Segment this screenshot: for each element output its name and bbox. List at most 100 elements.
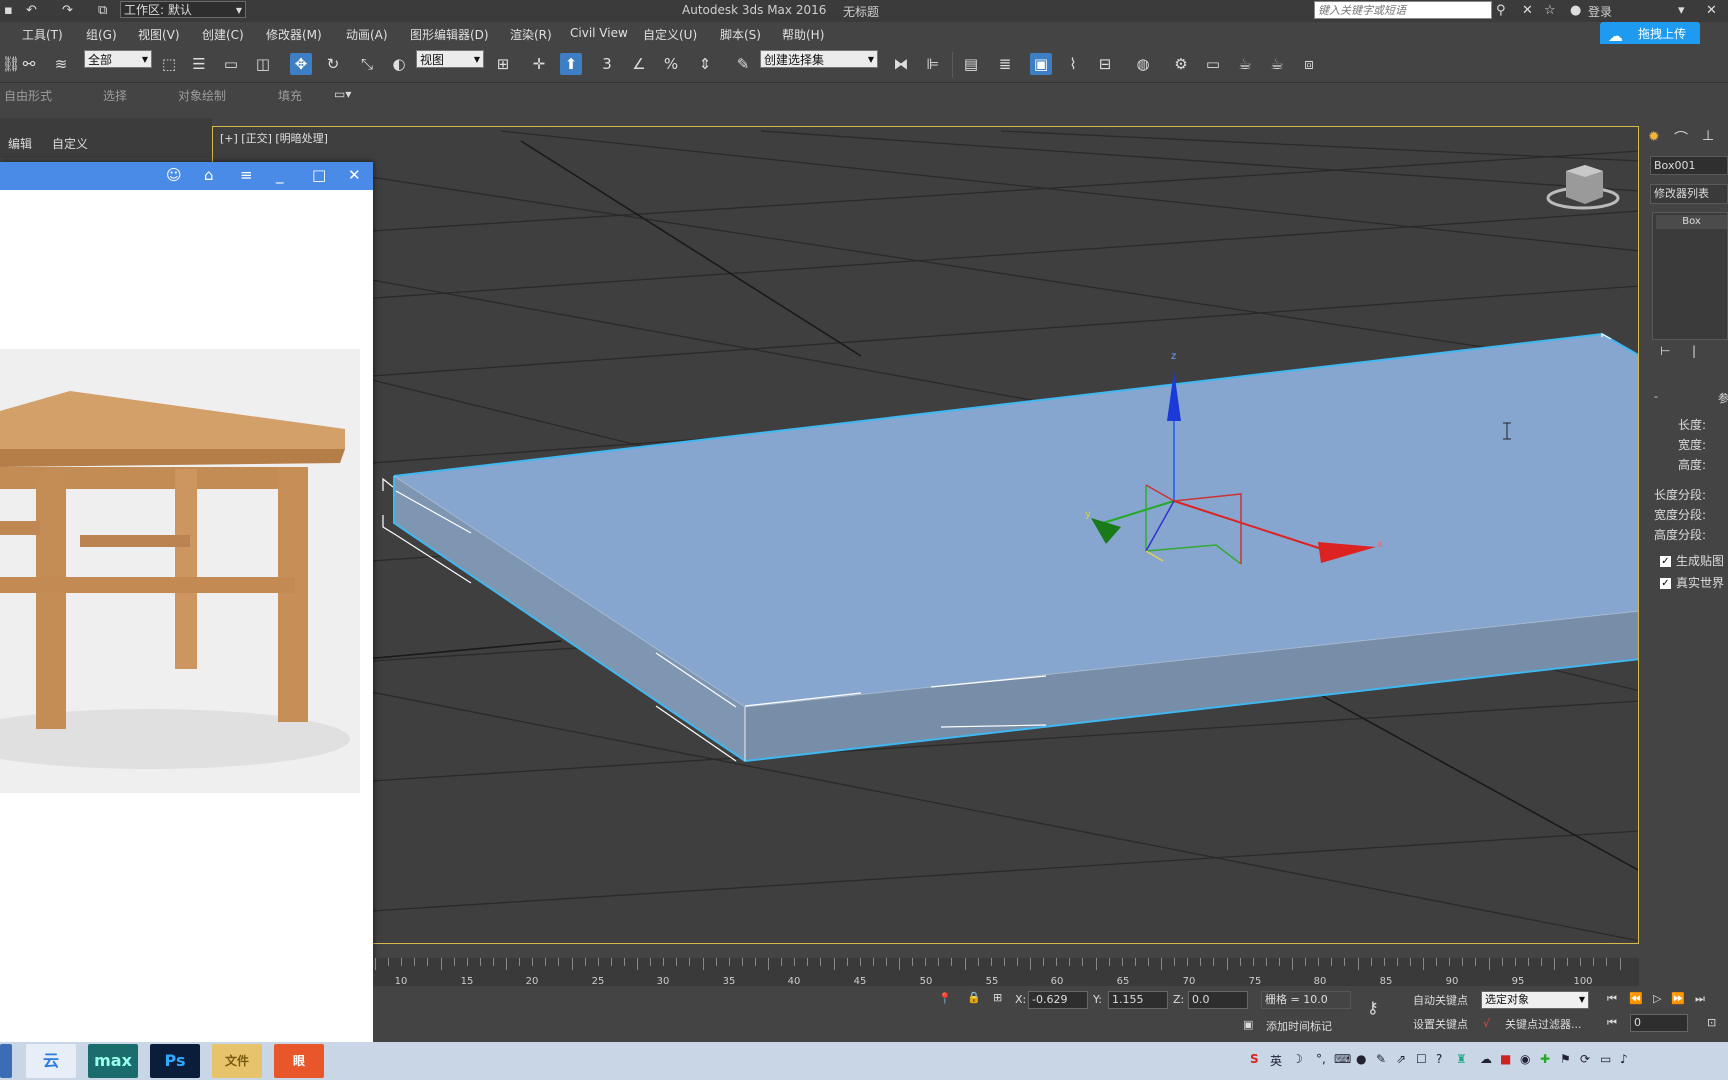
show-end-result-icon[interactable]: | xyxy=(1692,344,1696,358)
auto-key-button[interactable]: 自动关键点 xyxy=(1413,992,1468,1008)
named-selection-dropdown[interactable]: 创建选择集 ▼ xyxy=(760,50,878,68)
select-scale-icon[interactable]: ⤡ xyxy=(356,53,378,75)
key-mode-dropdown[interactable]: 选定对象 ▼ xyxy=(1481,991,1589,1009)
menu-scripting[interactable]: 脚本(S) xyxy=(720,26,761,43)
material-editor-icon[interactable]: ◍ xyxy=(1132,53,1154,75)
set-key-icon[interactable]: ⚷ xyxy=(1367,998,1379,1017)
minimize-icon[interactable]: _ xyxy=(276,166,284,184)
rect-selection-icon[interactable]: ▭ xyxy=(220,53,242,75)
unlink-icon[interactable]: ⚯ xyxy=(18,53,40,75)
menu-customize[interactable]: 自定义(U) xyxy=(643,26,697,43)
keyboard-icon[interactable]: ⌨ xyxy=(1334,1052,1351,1066)
user-tray-icon[interactable]: ● xyxy=(1356,1052,1366,1066)
left-tab-edit[interactable]: 编辑 xyxy=(8,135,32,152)
network-tray-icon[interactable]: ☁ xyxy=(1480,1052,1492,1066)
isolate-icon[interactable]: 📍 xyxy=(938,992,952,1005)
key-filters-button[interactable]: 关键点过滤器... xyxy=(1505,1016,1582,1032)
taskbar-app-viewer[interactable]: 眼 xyxy=(274,1044,324,1078)
window-crossing-icon[interactable]: ◫ xyxy=(252,53,274,75)
moon-icon[interactable]: ☽ xyxy=(1292,1052,1303,1066)
select-object-icon[interactable]: ⬚ xyxy=(158,53,180,75)
menu-views[interactable]: 视图(V) xyxy=(138,26,180,43)
menu-group[interactable]: 组(G) xyxy=(86,26,117,43)
undo-icon[interactable]: ↶ xyxy=(26,3,37,18)
menu-help[interactable]: 帮助(H) xyxy=(782,26,824,43)
rollout-collapse-icon[interactable]: - xyxy=(1654,390,1658,403)
ribbon-tab-populate[interactable]: 填充 xyxy=(278,87,302,104)
viewport-label[interactable]: [+] [正交] [明暗处理] xyxy=(220,130,328,146)
place-icon[interactable]: ◐ xyxy=(388,53,410,75)
timeline-track[interactable]: 10 15 20 25 30 35 40 45 50 55 60 65 70 7… xyxy=(373,958,1639,987)
rollout-parameters-title[interactable]: 参 xyxy=(1718,390,1728,406)
antivirus-tray-icon[interactable]: ■ xyxy=(1500,1052,1511,1066)
exchange-icon[interactable]: ✕ xyxy=(1706,3,1717,18)
menu-icon[interactable]: ≡ xyxy=(240,166,253,184)
viewport-canvas[interactable]: z x y xyxy=(213,127,1639,944)
lock-selection-icon[interactable]: 🔒 xyxy=(967,991,981,1004)
go-to-start-icon[interactable]: ⏮ xyxy=(1607,992,1617,1006)
share-icon[interactable]: ⇗ xyxy=(1396,1052,1406,1066)
next-frame-icon[interactable]: ⏩ xyxy=(1671,992,1685,1005)
communication-icon[interactable]: ✕ xyxy=(1522,3,1533,18)
edit-named-selection-icon[interactable]: ✎ xyxy=(732,53,754,75)
taskbar-app-photoshop[interactable]: Ps xyxy=(150,1044,200,1078)
render-production-icon[interactable]: ☕ xyxy=(1234,53,1256,75)
redo-icon[interactable]: ↷ xyxy=(62,3,73,18)
app-menu-icon[interactable]: ▪ xyxy=(4,3,13,18)
user-icon[interactable]: ● xyxy=(1570,3,1581,18)
search-input[interactable]: 键入关键字或短语 xyxy=(1314,1,1492,19)
menu-tools[interactable]: 工具(T) xyxy=(22,26,63,43)
render-iterative-icon[interactable]: ☕ xyxy=(1266,53,1288,75)
sogou-ime-icon[interactable]: S xyxy=(1250,1052,1259,1066)
pin-stack-icon[interactable]: ⊢ xyxy=(1660,344,1670,358)
reference-window-titlebar[interactable]: ☺ ⌂ ≡ _ □ ✕ xyxy=(0,162,373,190)
y-coord-field[interactable]: 1.155 xyxy=(1108,991,1168,1009)
hierarchy-tab-icon[interactable]: ⊥ xyxy=(1702,128,1714,144)
modifier-list-dropdown[interactable]: 修改器列表 xyxy=(1650,184,1728,204)
close-icon[interactable]: ✕ xyxy=(348,166,361,184)
menu-animation[interactable]: 动画(A) xyxy=(346,26,388,43)
select-move-icon[interactable]: ✥ xyxy=(290,53,312,75)
chevron-down-icon[interactable]: ▾ xyxy=(1678,3,1685,18)
maximize-icon[interactable]: □ xyxy=(312,166,326,184)
menu-modifiers[interactable]: 修改器(M) xyxy=(266,26,322,43)
time-config-icon[interactable]: ⊡ xyxy=(1707,1016,1716,1029)
time-tag-icon[interactable]: ▣ xyxy=(1243,1018,1253,1031)
snap-toggle-icon[interactable]: 3 xyxy=(596,53,618,75)
absolute-mode-icon[interactable]: ⊞ xyxy=(993,991,1002,1004)
bind-spacewarp-icon[interactable]: ≋ xyxy=(50,53,72,75)
star-icon[interactable]: ☆ xyxy=(1544,3,1556,18)
drag-upload-button[interactable]: ☁ 拖拽上传 xyxy=(1600,22,1700,46)
menu-rendering[interactable]: 渲染(R) xyxy=(510,26,552,43)
percent-snap-icon[interactable]: % xyxy=(660,53,682,75)
rendered-frame-icon[interactable]: ▭ xyxy=(1202,53,1224,75)
reference-coord-dropdown[interactable]: 视图 ▼ xyxy=(416,50,484,68)
display-tray-icon[interactable]: ▭ xyxy=(1600,1052,1611,1066)
selection-filter-dropdown[interactable]: 全部 ▼ xyxy=(84,50,152,68)
angle-snap-icon[interactable]: ∠ xyxy=(628,53,650,75)
toggle-ribbon-icon[interactable]: ▣ xyxy=(1030,53,1052,75)
ribbon-tab-object-paint[interactable]: 对象绘制 xyxy=(178,87,226,104)
pivot-icon[interactable]: ⊞ xyxy=(492,53,514,75)
flag-tray-icon[interactable]: ⚑ xyxy=(1560,1052,1571,1066)
security-tray-icon[interactable]: ♜ xyxy=(1456,1052,1467,1066)
chat-icon[interactable]: ☺ xyxy=(166,166,182,184)
viewcube[interactable] xyxy=(1546,165,1620,210)
play-icon[interactable]: ▷ xyxy=(1653,992,1661,1005)
create-tab-icon[interactable]: ✹ xyxy=(1648,129,1660,145)
menu-create[interactable]: 创建(C) xyxy=(202,26,244,43)
current-frame-field[interactable]: 0 xyxy=(1630,1014,1688,1032)
ribbon-tab-selection[interactable]: 选择 xyxy=(103,87,127,104)
sync-tray-icon[interactable]: ⟳ xyxy=(1580,1052,1590,1066)
real-world-map-checkbox[interactable]: ✓ 真实世界 xyxy=(1660,574,1724,591)
spinner-snap-icon[interactable]: ⇕ xyxy=(694,53,716,75)
x-coord-field[interactable]: -0.629 xyxy=(1028,991,1088,1009)
punctuation-icon[interactable]: °, xyxy=(1316,1052,1326,1066)
render-online-icon[interactable]: ⧈ xyxy=(1298,53,1320,75)
mirror-icon[interactable]: ⧓ xyxy=(890,53,912,75)
perspective-viewport[interactable]: z x y xyxy=(212,126,1639,944)
taskbar-app-cloud[interactable]: 云 xyxy=(26,1044,76,1078)
taskbar-app-explorer[interactable]: 文件 xyxy=(212,1044,262,1078)
keyboard-shortcut-override-icon[interactable]: ⬆ xyxy=(560,53,582,75)
login-button[interactable]: 登录 xyxy=(1588,3,1612,20)
